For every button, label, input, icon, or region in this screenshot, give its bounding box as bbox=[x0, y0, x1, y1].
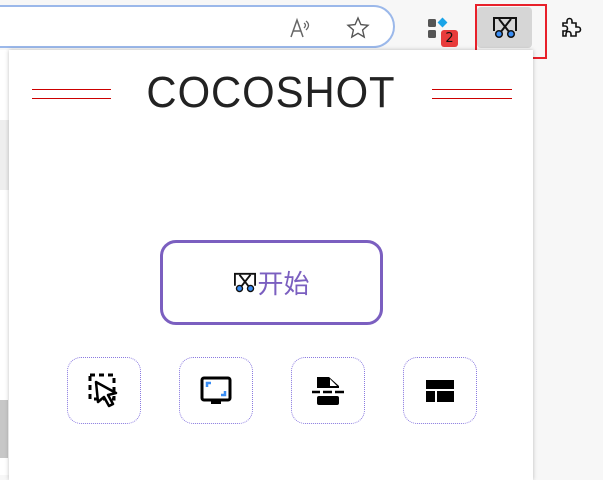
scissors-capture-icon bbox=[234, 272, 257, 292]
favorite-star-icon[interactable] bbox=[344, 14, 372, 42]
start-label: 开始 bbox=[257, 270, 310, 300]
scroll-capture-document-icon bbox=[312, 376, 344, 405]
fullscreen-capture-button[interactable] bbox=[179, 357, 253, 424]
extensions-puzzle-icon[interactable] bbox=[556, 14, 584, 42]
app-title: COCOSHOT bbox=[146, 68, 396, 117]
region-capture-button[interactable] bbox=[67, 357, 141, 424]
layout-capture-button[interactable] bbox=[403, 357, 477, 424]
address-bar[interactable] bbox=[0, 5, 395, 48]
extensions-collection-icon[interactable]: 2 bbox=[426, 17, 462, 51]
scroll-capture-button[interactable] bbox=[291, 357, 365, 424]
background-page-strip bbox=[0, 400, 8, 458]
layout-panels-icon bbox=[426, 379, 454, 402]
start-button[interactable]: 开始 bbox=[160, 240, 383, 325]
fullscreen-monitor-icon bbox=[200, 376, 232, 404]
read-aloud-icon[interactable] bbox=[287, 14, 315, 42]
extension-badge: 2 bbox=[441, 30, 458, 47]
region-select-cursor-icon bbox=[88, 373, 118, 407]
